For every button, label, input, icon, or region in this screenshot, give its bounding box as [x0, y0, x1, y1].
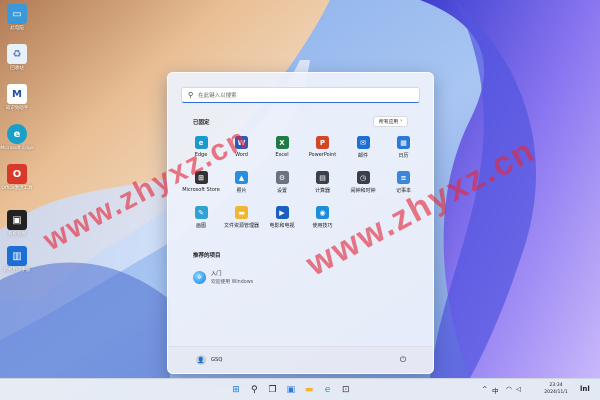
clock-icon: ◷ [356, 171, 370, 184]
taskbar-clock[interactable]: 23:34 2024/11/1 [539, 382, 573, 396]
task-view-button[interactable]: ❐ [266, 383, 280, 397]
start-search-input[interactable]: ⚲ 在此键入以搜索 [181, 87, 420, 103]
mail-icon: ✉ [356, 136, 370, 149]
pinned-app-label: Excel [275, 152, 289, 158]
pinned-app-label: 照片 [236, 188, 247, 194]
pinned-app-movies[interactable]: ▶ 电影和电视 [262, 203, 302, 236]
desktop-icon-recycle-bin[interactable]: ♻ 回收站 [2, 44, 32, 72]
manual-icon: ▥ [7, 246, 27, 266]
pinned-app-clock[interactable]: ◷ 闹钟和时钟 [343, 168, 383, 201]
photos-icon: ▲ [235, 171, 248, 184]
screenshot-icon: ▣ [7, 210, 27, 230]
pinned-app-photos[interactable]: ▲ 照片 [222, 168, 262, 201]
pinned-app-calendar[interactable]: ▦ 日历 [384, 133, 424, 166]
pinned-app-paint[interactable]: ✎ 画图 [181, 203, 221, 236]
recommended-section-title: 推荐的项目 [193, 253, 221, 259]
pinned-app-label: PowerPoint [308, 152, 337, 158]
app-logo-icon: M [7, 84, 27, 104]
pinned-app-label: 设置 [276, 188, 287, 194]
pinned-app-folder[interactable]: ▬ 文件资源管理器 [222, 203, 262, 236]
recommended-item-subtitle: 欢迎使用 Windows [211, 280, 254, 285]
pinned-app-label: 文件资源管理器 [223, 223, 259, 229]
search-placeholder: 在此键入以搜索 [198, 93, 237, 99]
clock-time: 23:34 [549, 383, 563, 388]
gear-icon: ⚙ [275, 171, 289, 184]
office-icon: O [7, 164, 27, 184]
volume-icon[interactable]: ◁ [516, 385, 521, 393]
pinned-app-label: 日历 [398, 153, 409, 159]
desktop-icon-screenshot[interactable]: ▣ 系统截图 [2, 210, 32, 238]
power-icon: ⏻ [399, 355, 407, 364]
powerpoint-icon: P [316, 136, 329, 149]
edge-icon: e [7, 124, 27, 144]
recommended-item-get-started[interactable]: ✲ 入门 欢迎使用 Windows [193, 269, 253, 285]
search-icon: ⚲ [188, 91, 194, 99]
notepad-icon: ≡ [397, 171, 410, 184]
power-button[interactable]: ⏻ [398, 355, 408, 365]
pinned-section-title: 已固定 [193, 120, 210, 126]
desktop-icon-manual[interactable]: ▥ 新机用户手册 [2, 246, 32, 274]
pinned-app-powerpoint[interactable]: P PowerPoint [303, 133, 343, 166]
pinned-app-label: 电影和电视 [269, 223, 295, 229]
all-apps-button[interactable]: 所有应用 › [373, 116, 409, 127]
recycle-bin-icon: ♻ [7, 44, 27, 64]
taskbar-search-button[interactable]: ⚲ [247, 383, 261, 397]
pinned-app-label: Microsoft Store [182, 187, 220, 193]
notification-logo-icon[interactable]: lnl [580, 385, 590, 393]
pinned-app-label: 计算器 [314, 188, 330, 194]
pinned-app-label: 画图 [195, 223, 206, 229]
folder-icon: ▬ [235, 206, 248, 219]
desktop-icon-this-pc[interactable]: ▭ 此电脑 [2, 4, 32, 32]
widgets-button[interactable]: ▣ [284, 383, 298, 397]
pinned-app-calculator[interactable]: ▤ 计算器 [303, 168, 343, 201]
start-button[interactable]: ⊞ [229, 383, 243, 397]
network-icon[interactable]: ◠ [506, 385, 512, 393]
calculator-icon: ▤ [316, 171, 329, 184]
edge-button[interactable]: e [321, 383, 335, 397]
file-explorer-button[interactable]: ▬ [302, 383, 316, 397]
recommended-item-name: 入门 [211, 271, 222, 277]
clock-date: 2024/11/1 [544, 390, 568, 395]
desktop-icon-assistant[interactable]: M 知识兔助手 [2, 84, 32, 112]
tips-icon: ◉ [316, 206, 329, 219]
desktop-icon-edge[interactable]: e Microsoft Edge [0, 124, 34, 152]
pinned-app-excel[interactable]: X Excel [262, 133, 302, 166]
pinned-app-label: 邮件 [357, 153, 368, 159]
user-account-button[interactable]: 👤 GSQ [196, 355, 222, 365]
monitor-icon: ▭ [7, 4, 27, 24]
movies-icon: ▶ [275, 206, 289, 219]
ime-indicator[interactable]: 中 [492, 385, 499, 395]
get-started-icon: ✲ [193, 270, 206, 284]
pinned-app-label: 闹钟和时钟 [350, 188, 376, 194]
tray-overflow-chevron-icon[interactable]: ^ [482, 385, 487, 393]
chevron-right-icon: › [400, 119, 403, 124]
desktop-icon-office-tool[interactable]: O Office激活工具 [1, 164, 33, 192]
pinned-app-label: 使用技巧 [312, 223, 333, 229]
paint-icon: ✎ [194, 206, 208, 219]
calendar-icon: ▦ [397, 136, 410, 149]
pinned-app-gear[interactable]: ⚙ 设置 [262, 168, 302, 201]
taskbar: ^ 中 ◠ ◁ 23:34 2024/11/1 lnl ⊞ ⚲ ❐ ▣ ▬ e ⊡ [0, 378, 600, 400]
start-menu-footer: 👤 GSQ ⏻ [168, 346, 433, 373]
avatar: 👤 [196, 355, 206, 365]
store-button[interactable]: ⊡ [339, 383, 353, 397]
pinned-app-mail[interactable]: ✉ 邮件 [343, 133, 383, 166]
excel-icon: X [275, 136, 289, 149]
user-name: GSQ [211, 357, 223, 363]
